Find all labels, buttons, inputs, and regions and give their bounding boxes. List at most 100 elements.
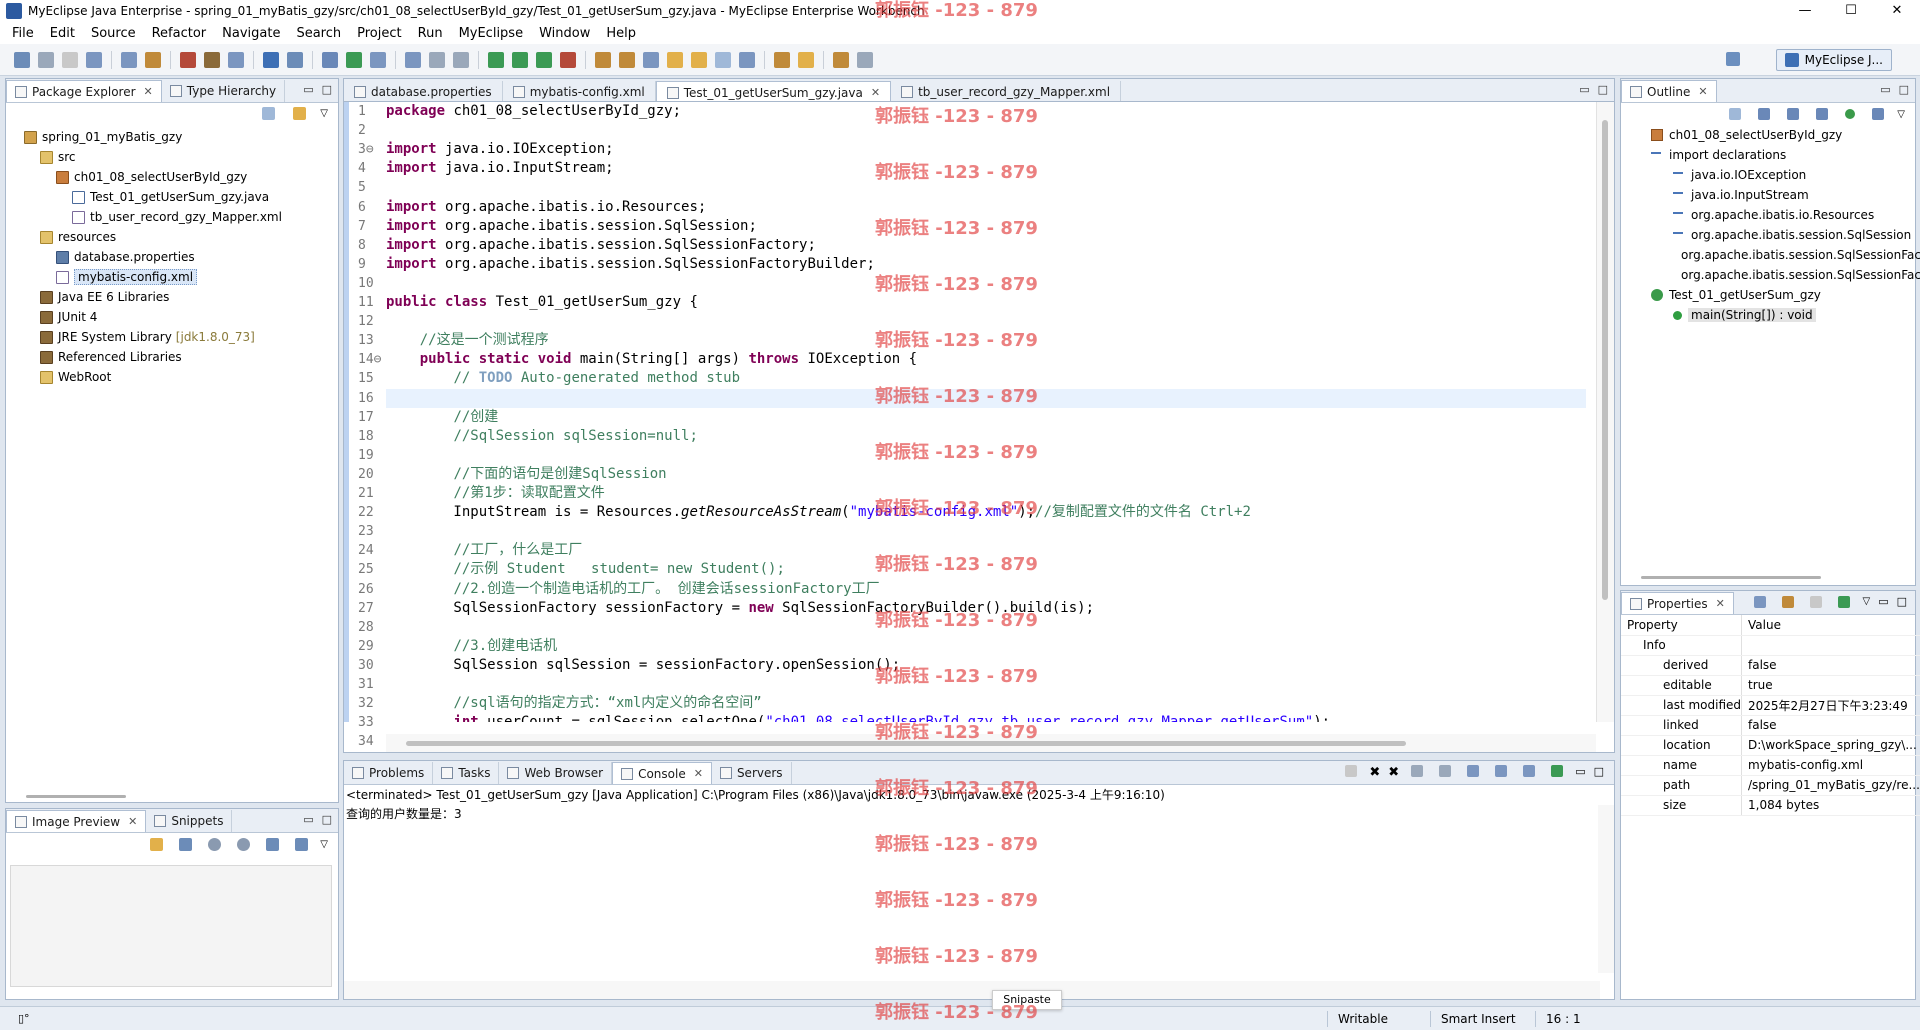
menu-item-window[interactable]: Window xyxy=(531,26,598,41)
remove-launch-icon[interactable]: ✖ xyxy=(1369,765,1380,780)
close-icon[interactable]: ✕ xyxy=(144,85,153,98)
toolbar-button-icon[interactable] xyxy=(346,51,362,68)
tree-item[interactable]: Java EE 6 Libraries xyxy=(6,287,338,307)
maximize-icon[interactable]: □ xyxy=(1598,83,1608,96)
code-line[interactable]: import org.apache.ibatis.session.SqlSess… xyxy=(386,236,1586,255)
scroll-thumb[interactable] xyxy=(406,741,1406,746)
horizontal-scrollbar[interactable] xyxy=(26,795,126,798)
code-line[interactable]: //第1步：读取配置文件 xyxy=(386,484,1586,503)
refresh-icon[interactable] xyxy=(150,837,164,851)
show-console-icon[interactable] xyxy=(1467,765,1480,777)
tree-item[interactable]: spring_01_myBatis_gzy xyxy=(6,127,338,147)
toolbar-button-icon[interactable] xyxy=(619,51,635,68)
editor-tab[interactable]: mybatis-config.xml xyxy=(503,81,656,103)
toolbar-button-icon[interactable] xyxy=(145,51,161,68)
minimize-icon[interactable]: ▭ xyxy=(1878,595,1888,608)
menu-item-file[interactable]: File xyxy=(4,26,42,41)
code-area[interactable]: package ch01_08_selectUserById_gzy;impor… xyxy=(386,102,1586,722)
toolbar-button-icon[interactable] xyxy=(453,51,469,68)
hide-fields-icon[interactable] xyxy=(1787,108,1800,120)
property-row[interactable]: size 1,084 bytes xyxy=(1621,795,1920,816)
tree-item[interactable]: ch01_08_selectUserById_gzy xyxy=(6,167,338,187)
tree-item[interactable]: Test_01_getUserSum_gzy.java xyxy=(6,187,338,207)
minimize-icon[interactable]: ▭ xyxy=(1575,765,1585,780)
tab-web-browser[interactable]: Web Browser xyxy=(499,762,613,784)
code-line[interactable] xyxy=(386,446,1586,465)
minimize-icon[interactable]: ▭ xyxy=(1579,83,1589,96)
toolbar-button-icon[interactable] xyxy=(62,51,78,68)
code-line[interactable]: //SqlSession sqlSession=null; xyxy=(386,427,1586,446)
toolbar-button-icon[interactable] xyxy=(263,51,279,68)
tab-image-preview[interactable]: Image Preview ✕ xyxy=(6,810,147,832)
toolbar-button-icon[interactable] xyxy=(429,51,445,68)
code-line[interactable]: //sql语句的指定方式：“xml内定义的命名空间” xyxy=(386,694,1586,713)
menu-item-search[interactable]: Search xyxy=(288,26,349,41)
toolbar-button-icon[interactable] xyxy=(121,51,137,68)
code-line[interactable]: SqlSession sqlSession = sessionFactory.o… xyxy=(386,656,1586,675)
maximize-button[interactable]: ☐ xyxy=(1828,0,1874,22)
tab-package-explorer[interactable]: Package Explorer ✕ xyxy=(6,80,162,102)
toolbar-button-icon[interactable] xyxy=(14,51,30,68)
fit-icon[interactable] xyxy=(179,837,193,851)
toolbar-button-icon[interactable] xyxy=(405,51,421,68)
tree-item[interactable]: resources xyxy=(6,227,338,247)
toolbar-button-icon[interactable] xyxy=(180,51,196,68)
code-line[interactable]: import org.apache.ibatis.io.Resources; xyxy=(386,198,1586,217)
outline-item[interactable]: org.apache.ibatis.session.SqlSessionFact… xyxy=(1621,245,1920,265)
code-line[interactable]: public class Test_01_getUserSum_gzy { xyxy=(386,293,1586,312)
toolbar-button-icon[interactable] xyxy=(774,51,790,68)
toolbar-button-icon[interactable] xyxy=(715,51,731,68)
code-line[interactable]: package ch01_08_selectUserById_gzy; xyxy=(386,102,1586,121)
toolbar-button-icon[interactable] xyxy=(287,51,303,68)
property-row[interactable]: last modified 2025年2月27日下午3:23:49 xyxy=(1621,695,1920,716)
tab-tasks[interactable]: Tasks xyxy=(433,762,500,784)
minimize-icon[interactable]: ▭ xyxy=(1880,83,1890,96)
scroll-lock-icon[interactable] xyxy=(1439,765,1452,777)
toolbar-button-icon[interactable] xyxy=(228,51,244,68)
toolbar-button-icon[interactable] xyxy=(560,51,576,68)
editor-vertical-scrollbar[interactable] xyxy=(1596,102,1614,722)
toolbar-button-icon[interactable] xyxy=(370,51,386,68)
tab-snippets[interactable]: Snippets xyxy=(146,810,233,832)
code-line[interactable]: SqlSessionFactory sessionFactory = new S… xyxy=(386,599,1586,618)
view-menu-icon[interactable]: ▽ xyxy=(320,108,328,119)
display-console-icon[interactable] xyxy=(1523,765,1536,777)
editor-tab[interactable]: database.properties xyxy=(344,81,503,103)
property-row[interactable]: location D:\workSpace_spring_gzy\... xyxy=(1621,735,1920,756)
minimize-icon[interactable]: ▭ xyxy=(303,813,313,826)
outline-item[interactable]: main(String[]) : void xyxy=(1621,305,1915,325)
outline-item[interactable]: java.io.IOException xyxy=(1621,165,1915,185)
tab-servers[interactable]: Servers xyxy=(712,762,792,784)
tree-item[interactable]: Referenced Libraries xyxy=(6,347,338,367)
outline-item[interactable]: Test_01_getUserSum_gzy xyxy=(1621,285,1915,305)
tab-type-hierarchy[interactable]: Type Hierarchy xyxy=(162,80,286,102)
property-row[interactable]: editable true xyxy=(1621,675,1920,696)
toolbar-button-icon[interactable] xyxy=(204,51,220,68)
tree-item[interactable]: tb_user_record_gzy_Mapper.xml xyxy=(6,207,338,227)
code-line[interactable]: //示例 Student student= new Student(); xyxy=(386,560,1586,579)
toolbar-button-icon[interactable] xyxy=(833,51,849,68)
show-advanced-icon[interactable] xyxy=(1782,595,1795,608)
hide-static-icon[interactable] xyxy=(1816,108,1829,120)
code-line[interactable]: int userCount = sqlSession.selectOne("ch… xyxy=(386,713,1586,722)
pin-icon[interactable] xyxy=(1838,595,1851,608)
code-line[interactable]: //这是一个测试程序 xyxy=(386,331,1586,350)
code-line[interactable]: public static void main(String[] args) t… xyxy=(386,350,1586,369)
tree-item[interactable]: src xyxy=(6,147,338,167)
zoom-in-icon[interactable] xyxy=(237,837,251,851)
code-line[interactable]: import java.io.IOException; xyxy=(386,140,1586,159)
toolbar-button-icon[interactable] xyxy=(857,51,873,68)
toolbar-button-icon[interactable] xyxy=(512,51,528,68)
code-line[interactable]: import java.io.InputStream; xyxy=(386,159,1586,178)
code-line[interactable] xyxy=(386,675,1586,694)
code-line[interactable] xyxy=(386,618,1586,637)
open-console-icon[interactable] xyxy=(1551,765,1564,777)
view-menu-icon[interactable]: ▽ xyxy=(1897,109,1905,120)
toolbar-button-icon[interactable] xyxy=(739,51,755,68)
menu-item-project[interactable]: Project xyxy=(349,26,409,41)
menu-item-help[interactable]: Help xyxy=(598,26,644,41)
code-line[interactable] xyxy=(386,178,1586,197)
hide-nonpublic-icon[interactable] xyxy=(1845,109,1856,119)
outline-item[interactable]: ch01_08_selectUserById_gzy xyxy=(1621,125,1915,145)
code-line[interactable]: import org.apache.ibatis.session.SqlSess… xyxy=(386,255,1586,274)
